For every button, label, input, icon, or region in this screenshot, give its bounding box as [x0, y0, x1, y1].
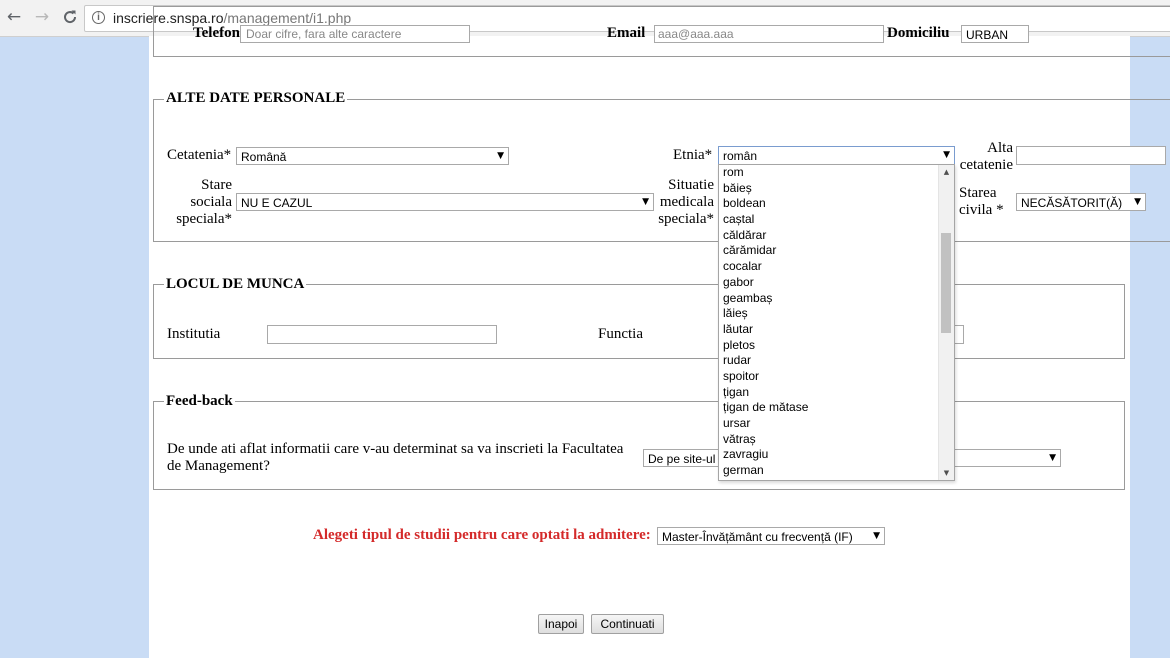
dropdown-option[interactable]: lăieș [719, 306, 939, 322]
email-input[interactable]: aaa@aaa.aaa [654, 25, 884, 43]
feedback-value: De pe site-ul [648, 452, 716, 466]
chevron-down-icon: ▼ [497, 151, 504, 161]
alta-cetatenie-label: Alta cetatenie [950, 140, 1013, 174]
alta-cetatenie-label-line2: cetatenie [959, 157, 1013, 173]
functia-label: Functia [598, 326, 643, 342]
dropdown-option[interactable]: ursar [719, 416, 939, 432]
continue-button[interactable]: Continuati [591, 614, 664, 634]
dropdown-option[interactable]: german [719, 463, 939, 479]
domiciliu-value: URBAN [966, 28, 1009, 42]
situatie-medicala-label: Situatie medicala speciala* [641, 177, 714, 228]
institutia-label: Institutia [167, 326, 221, 342]
alta-cetatenie-label-line1: Alta [987, 140, 1013, 156]
study-type-label: Alegeti tipul de studii pentru care opta… [313, 527, 651, 543]
cetatenia-value: Română [241, 150, 287, 164]
chevron-down-icon: ▼ [1134, 197, 1141, 207]
alta-cetatenie-input[interactable] [1016, 146, 1166, 165]
telefon-label: Telefon [193, 25, 240, 41]
page-content: Telefon Doar cifre, fara alte caractere … [149, 6, 1170, 658]
dropdown-option[interactable]: boldean [719, 196, 939, 212]
chevron-down-icon: ▼ [873, 531, 880, 541]
personal-data-legend: ALTE DATE PERSONALE [164, 90, 348, 107]
cetatenia-label: Cetatenia* [167, 147, 232, 163]
scroll-up-icon[interactable]: ▲ [939, 165, 954, 179]
stare-sociala-label-line2: sociala [190, 194, 232, 210]
domiciliu-label: Domiciliu [887, 25, 950, 41]
etnia-dropdown-list[interactable]: rom băieș boldean caștal căldărar cărămidar co… [718, 164, 955, 481]
situatie-medicala-label-line3: speciala* [658, 211, 714, 227]
dropdown-option[interactable]: spoitor [719, 369, 939, 385]
dropdown-option[interactable]: pletos [719, 338, 939, 354]
stare-sociala-label: Stare sociala speciala* [167, 177, 232, 228]
stare-sociala-select[interactable]: NU E CAZUL ▼ [236, 193, 654, 211]
dropdown-option[interactable]: rudar [719, 353, 939, 369]
etnia-select[interactable]: român ▼ [718, 146, 955, 165]
feedback-question-line1: De unde ati aflat informatii care v-au d… [167, 441, 624, 457]
dropdown-option[interactable]: caștal [719, 212, 939, 228]
etnia-options: rom băieș boldean caștal căldărar cărămidar co… [719, 165, 939, 479]
stare-sociala-label-line1: Stare [201, 177, 232, 193]
chevron-down-icon: ▼ [943, 150, 950, 160]
dropdown-option[interactable]: țigan de mătase [719, 400, 939, 416]
dropdown-option[interactable]: rom [719, 165, 939, 181]
dropdown-option[interactable]: căldărar [719, 228, 939, 244]
dropdown-option[interactable]: cocalar [719, 259, 939, 275]
starea-civila-label-line2: civila * [959, 202, 1004, 218]
back-button[interactable]: Inapoi [538, 614, 584, 634]
info-icon[interactable]: i [92, 11, 105, 24]
back-arrow-icon[interactable]: ← [3, 6, 25, 28]
reload-icon[interactable] [59, 6, 81, 28]
feedback-question-line2: de Management? [167, 458, 270, 474]
scroll-down-icon[interactable]: ▼ [939, 466, 954, 480]
reload-glyph-icon [64, 10, 77, 24]
work-fieldset [153, 284, 1125, 359]
dropdown-option[interactable]: țigan [719, 385, 939, 401]
work-legend: LOCUL DE MUNCA [164, 276, 307, 293]
telefon-input[interactable]: Doar cifre, fara alte caractere [240, 25, 470, 43]
feedback-question: De unde ati aflat informatii care v-au d… [167, 441, 623, 475]
forward-arrow-icon[interactable]: → [31, 6, 53, 28]
dropdown-option[interactable]: geambaș [719, 291, 939, 307]
dropdown-option[interactable]: lăutar [719, 322, 939, 338]
starea-civila-label-line1: Starea [959, 185, 997, 201]
etnia-value: român [723, 149, 758, 163]
starea-civila-value: NECĂSĂTORIT(Ă) [1021, 196, 1123, 210]
situatie-medicala-label-line1: Situatie [668, 177, 714, 193]
study-type-select[interactable]: Master-Învățământ cu frecvență (IF) ▼ [657, 527, 885, 545]
stare-sociala-value: NU E CAZUL [241, 196, 313, 210]
institutia-input[interactable] [267, 325, 497, 344]
email-label: Email [607, 25, 646, 41]
dropdown-option[interactable]: băieș [719, 181, 939, 197]
starea-civila-select[interactable]: NECĂSĂTORIT(Ă) ▼ [1016, 193, 1146, 211]
scrollbar-thumb[interactable] [941, 233, 951, 333]
cetatenia-select[interactable]: Română ▼ [236, 147, 509, 165]
dropdown-scrollbar[interactable]: ▲ ▼ [938, 165, 954, 480]
dropdown-option[interactable]: gabor [719, 275, 939, 291]
dropdown-option[interactable]: cărămidar [719, 243, 939, 259]
dropdown-option[interactable]: vătraș [719, 432, 939, 448]
domiciliu-select[interactable]: URBAN [961, 25, 1029, 43]
situatie-medicala-label-line2: medicala [659, 194, 714, 210]
chevron-down-icon: ▼ [1049, 453, 1056, 463]
starea-civila-label: Starea civila * [959, 185, 1004, 219]
study-type-value: Master-Învățământ cu frecvență (IF) [662, 530, 853, 544]
stare-sociala-label-line3: speciala* [176, 211, 232, 227]
dropdown-option[interactable]: zavragiu [719, 447, 939, 463]
feedback-legend: Feed-back [164, 393, 235, 410]
etnia-label: Etnia* [673, 147, 713, 163]
